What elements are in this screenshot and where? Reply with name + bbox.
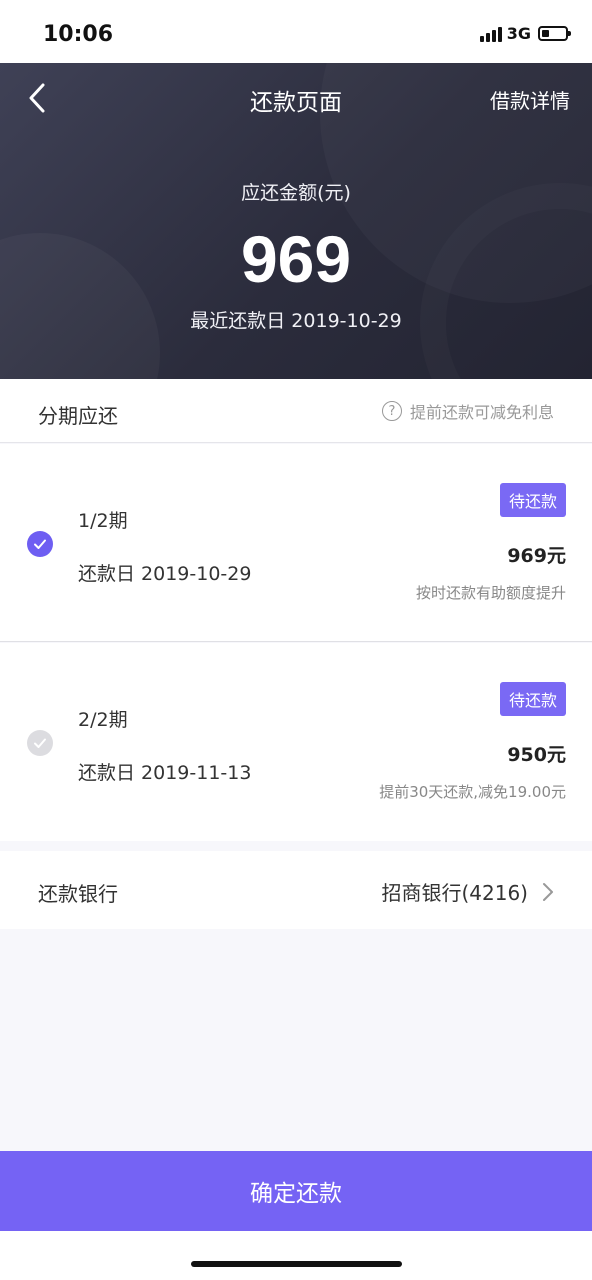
early-repay-hint[interactable]: ? 提前还款可减免利息 xyxy=(381,399,554,423)
bottom-safe-area xyxy=(0,1231,592,1280)
bank-value: 招商银行(4216) xyxy=(381,881,528,905)
installments-header: 分期应还 ? 提前还款可减免利息 xyxy=(0,379,592,443)
next-due-date: 最近还款日 2019-10-29 xyxy=(190,310,402,332)
installment-period: 2/2期 xyxy=(78,709,128,731)
check-circle-icon[interactable] xyxy=(27,531,53,557)
repayment-bank-row[interactable]: 还款银行 招商银行(4216) xyxy=(0,851,592,929)
network-type: 3G xyxy=(506,24,531,43)
installment-due-date: 还款日 2019-11-13 xyxy=(78,762,252,784)
installment-amount: 969元 xyxy=(507,545,566,567)
status-bar: 10:06 3G xyxy=(0,0,592,63)
status-badge: 待还款 xyxy=(499,483,566,517)
confirm-repayment-button[interactable]: 确定还款 xyxy=(0,1151,592,1231)
repayment-header: 还款页面 借款详情 应还金额(元) 969 最近还款日 2019-10-29 xyxy=(0,63,592,379)
installment-item[interactable]: 1/2期 还款日 2019-10-29 待还款 969元 按时还款有助额度提升 xyxy=(0,444,592,642)
installments-title: 分期应还 xyxy=(38,404,118,428)
home-indicator[interactable] xyxy=(191,1261,402,1267)
loan-details-link[interactable]: 借款详情 xyxy=(490,85,570,114)
status-badge: 待还款 xyxy=(499,682,566,716)
installment-period: 1/2期 xyxy=(78,510,128,532)
chevron-right-icon xyxy=(543,882,553,901)
bank-label: 还款银行 xyxy=(38,882,118,906)
amount-label: 应还金额(元) xyxy=(241,182,351,204)
installment-note: 提前30天还款,减免19.00元 xyxy=(379,783,566,801)
status-indicators: 3G xyxy=(479,24,571,43)
status-time: 10:06 xyxy=(43,22,114,47)
bank-selector[interactable]: 招商银行(4216) xyxy=(381,877,554,906)
battery-icon xyxy=(538,26,571,41)
installment-note: 按时还款有助额度提升 xyxy=(415,584,566,602)
installment-amount: 950元 xyxy=(507,744,566,766)
amount-value: 969 xyxy=(240,222,352,296)
installment-due-date: 还款日 2019-10-29 xyxy=(78,563,252,585)
early-repay-hint-text: 提前还款可减免利息 xyxy=(409,403,554,422)
installment-item[interactable]: 2/2期 还款日 2019-11-13 待还款 950元 提前30天还款,减免1… xyxy=(0,643,592,841)
signal-icon xyxy=(479,26,502,42)
check-circle-icon[interactable] xyxy=(27,730,53,756)
question-circle-icon: ? xyxy=(381,401,402,421)
